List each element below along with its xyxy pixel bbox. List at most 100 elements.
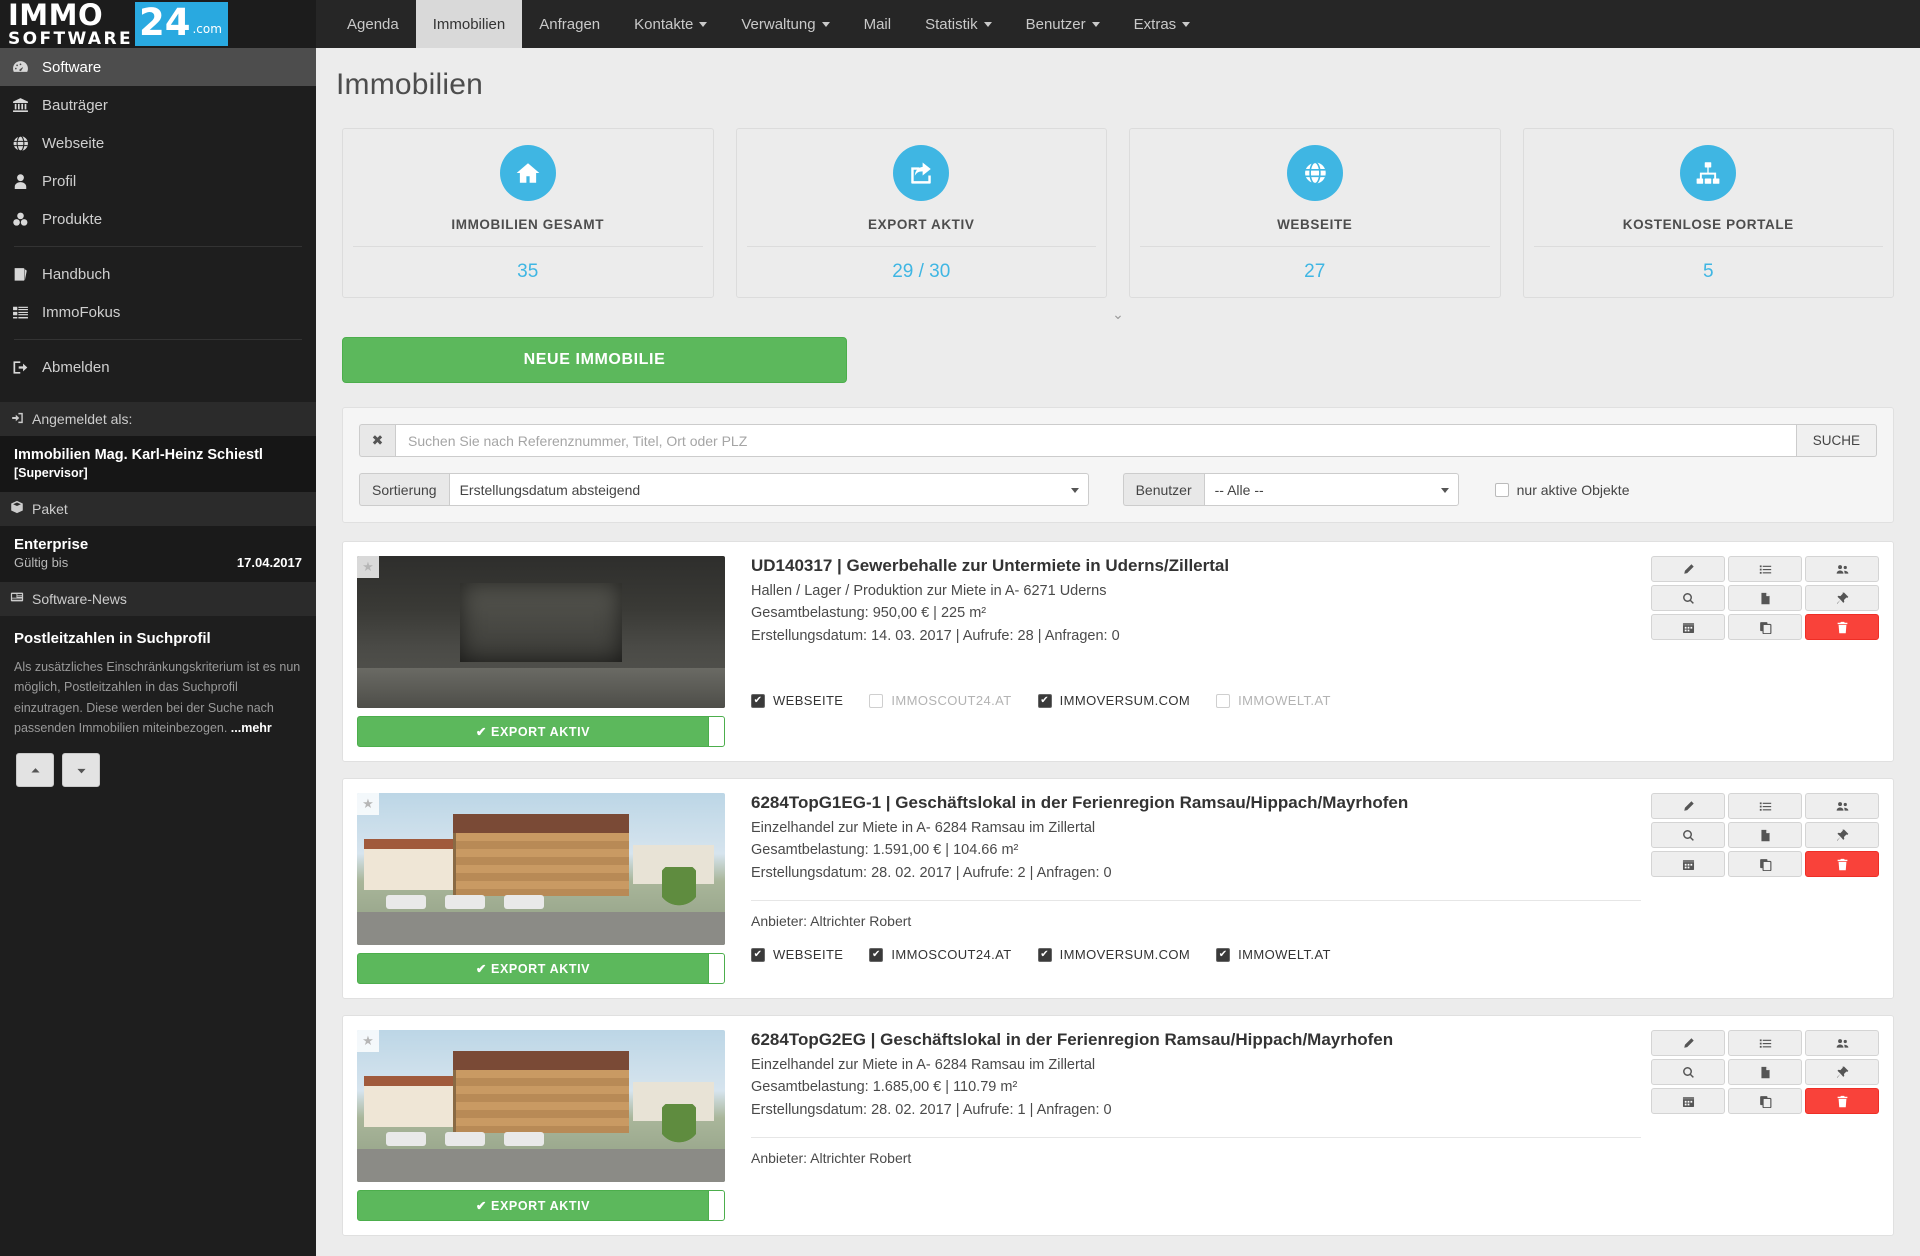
users-icon[interactable]: [1805, 793, 1879, 819]
portal-immoscout24[interactable]: ✔ IMMOSCOUT24.AT: [869, 947, 1011, 962]
collapse-stats-toggle[interactable]: ⌄: [316, 298, 1920, 327]
user-info-box: Immobilien Mag. Karl-Heinz Schiestl [Sup…: [0, 436, 316, 492]
portal-webseite[interactable]: ✔ WEBSEITE: [751, 947, 843, 962]
nav-agenda[interactable]: Agenda: [330, 0, 416, 48]
nav-benutzer[interactable]: Benutzer: [1009, 0, 1117, 48]
portal-label: IMMOVERSUM.COM: [1059, 693, 1191, 709]
trash-icon[interactable]: [1805, 614, 1879, 640]
listing-thumbnail[interactable]: ★: [357, 793, 725, 945]
sort-select[interactable]: Erstellungsdatum absteigend: [448, 473, 1089, 506]
copy-icon[interactable]: [1728, 1088, 1802, 1114]
portal-webseite[interactable]: ✔ WEBSEITE: [751, 693, 843, 708]
favorite-star-icon[interactable]: ★: [357, 1030, 379, 1052]
user-filter-value: -- Alle --: [1214, 481, 1264, 498]
trash-icon[interactable]: [1805, 1088, 1879, 1114]
nav-extras[interactable]: Extras: [1117, 0, 1208, 48]
edit-icon[interactable]: [1651, 793, 1725, 819]
filter-panel: ✖ SUCHE Sortierung Erstellungsdatum abst…: [342, 407, 1894, 523]
stat-card-immobilien-gesamt[interactable]: IMMOBILIEN GESAMT 35: [342, 128, 714, 298]
nav-mail[interactable]: Mail: [847, 0, 909, 48]
sidebar-item-handbuch[interactable]: Handbuch: [0, 255, 316, 293]
listing-title[interactable]: 6284TopG2EG | Geschäftslokal in der Feri…: [751, 1030, 1641, 1050]
stat-card-kostenlose-portale[interactable]: KOSTENLOSE PORTALE 5: [1522, 128, 1894, 298]
nav-label: Kontakte: [634, 15, 694, 33]
logo-software-text: SOFTWARE: [8, 28, 133, 49]
user-role: [Supervisor]: [14, 465, 88, 480]
copy-icon[interactable]: [1728, 851, 1802, 877]
nav-anfragen[interactable]: Anfragen: [522, 0, 617, 48]
search-icon[interactable]: [1651, 822, 1725, 848]
portal-label: WEBSEITE: [773, 947, 844, 963]
table-row[interactable]: ★ ✔ EXPORT AKTIV UD140317 | Gewerbehalle…: [342, 541, 1894, 762]
trash-icon[interactable]: [1805, 851, 1879, 877]
stat-card-export-aktiv[interactable]: EXPORT AKTIV 29 / 30: [735, 128, 1107, 298]
copy-icon[interactable]: [1728, 614, 1802, 640]
new-property-button[interactable]: NEUE IMMOBILIE: [342, 337, 847, 383]
search-button[interactable]: SUCHE: [1796, 424, 1877, 457]
news-more-link[interactable]: ...mehr: [231, 721, 272, 735]
brand-logo[interactable]: IMMO SOFTWARE 24 .com: [0, 0, 316, 48]
list-icon[interactable]: [1728, 556, 1802, 582]
clear-search-icon[interactable]: ✖: [359, 424, 395, 457]
sidebar-item-profil[interactable]: Profil: [0, 162, 316, 200]
favorite-star-icon[interactable]: ★: [357, 556, 379, 578]
sidebar-item-immofokus[interactable]: ImmoFokus: [0, 293, 316, 331]
sidebar-item-software[interactable]: Software: [0, 48, 316, 86]
news-next-button[interactable]: [62, 753, 100, 788]
favorite-star-icon[interactable]: ★: [357, 793, 379, 815]
users-icon[interactable]: [1805, 556, 1879, 582]
nav-statistik[interactable]: Statistik: [908, 0, 1009, 48]
pin-icon[interactable]: [1805, 585, 1879, 611]
portal-immowelt[interactable]: ✔ IMMOWELT.AT: [1216, 947, 1331, 962]
export-toggle[interactable]: ✔ EXPORT AKTIV: [357, 1190, 725, 1221]
portal-immowelt[interactable]: ✔ IMMOWELT.AT: [1216, 693, 1331, 708]
listing-info: 6284TopG1EG-1 | Geschäftslokal in der Fe…: [725, 793, 1651, 984]
list-icon[interactable]: [1728, 793, 1802, 819]
listing-thumbnail[interactable]: ★: [357, 556, 725, 708]
sidebar-item-webseite[interactable]: Webseite: [0, 124, 316, 162]
pin-icon[interactable]: [1805, 1059, 1879, 1085]
edit-icon[interactable]: [1651, 1030, 1725, 1056]
calendar-icon[interactable]: [1651, 851, 1725, 877]
pdf-icon[interactable]: [1728, 822, 1802, 848]
sort-value: Erstellungsdatum absteigend: [459, 481, 641, 498]
sidebar-item-produkte[interactable]: Produkte: [0, 200, 316, 238]
listing-provider: Anbieter: Altrichter Robert: [751, 1137, 1641, 1166]
globe-icon: [12, 135, 42, 152]
listing-thumbnail[interactable]: ★: [357, 1030, 725, 1182]
checkbox-box: ✔: [1037, 693, 1052, 708]
only-active-checkbox[interactable]: nur aktive Objekte: [1494, 482, 1629, 498]
list-icon[interactable]: [1728, 1030, 1802, 1056]
export-label: ✔ EXPORT AKTIV: [475, 725, 591, 739]
page-title: Immobilien: [336, 68, 484, 101]
stat-card-webseite[interactable]: WEBSEITE 27: [1129, 128, 1501, 298]
nav-verwaltung[interactable]: Verwaltung: [724, 0, 846, 48]
edit-icon[interactable]: [1651, 556, 1725, 582]
stat-value: 35: [517, 261, 539, 282]
nav-kontakte[interactable]: Kontakte: [617, 0, 724, 48]
calendar-icon[interactable]: [1651, 1088, 1725, 1114]
portal-immoscout24[interactable]: ✔ IMMOSCOUT24.AT: [869, 693, 1011, 708]
listing-title[interactable]: 6284TopG1EG-1 | Geschäftslokal in der Fe…: [751, 793, 1641, 813]
table-row[interactable]: ★ ✔ EXPORT AKTIV 6284TopG2EG | Geschäfts…: [342, 1015, 1894, 1236]
pdf-icon[interactable]: [1728, 585, 1802, 611]
user-filter-select[interactable]: -- Alle --: [1203, 473, 1459, 506]
export-toggle[interactable]: ✔ EXPORT AKTIV: [357, 953, 725, 984]
listing-title[interactable]: UD140317 | Gewerbehalle zur Untermiete i…: [751, 556, 1641, 576]
sidebar-item-bautraeger[interactable]: Bauträger: [0, 86, 316, 124]
search-input[interactable]: [395, 424, 1797, 457]
sidebar-item-abmelden[interactable]: Abmelden: [0, 348, 316, 386]
nav-immobilien[interactable]: Immobilien: [415, 0, 523, 48]
user-icon: [12, 173, 42, 190]
calendar-icon[interactable]: [1651, 614, 1725, 640]
pin-icon[interactable]: [1805, 822, 1879, 848]
pdf-icon[interactable]: [1728, 1059, 1802, 1085]
search-icon[interactable]: [1651, 1059, 1725, 1085]
search-icon[interactable]: [1651, 585, 1725, 611]
portal-immoversum[interactable]: ✔ IMMOVERSUM.COM: [1037, 693, 1191, 709]
table-row[interactable]: ★ ✔ EXPORT AKTIV 6284TopG1EG-1 | Geschäf…: [342, 778, 1894, 999]
users-icon[interactable]: [1805, 1030, 1879, 1056]
export-toggle[interactable]: ✔ EXPORT AKTIV: [357, 716, 725, 747]
news-prev-button[interactable]: [16, 753, 54, 788]
portal-immoversum[interactable]: ✔ IMMOVERSUM.COM: [1037, 947, 1191, 962]
